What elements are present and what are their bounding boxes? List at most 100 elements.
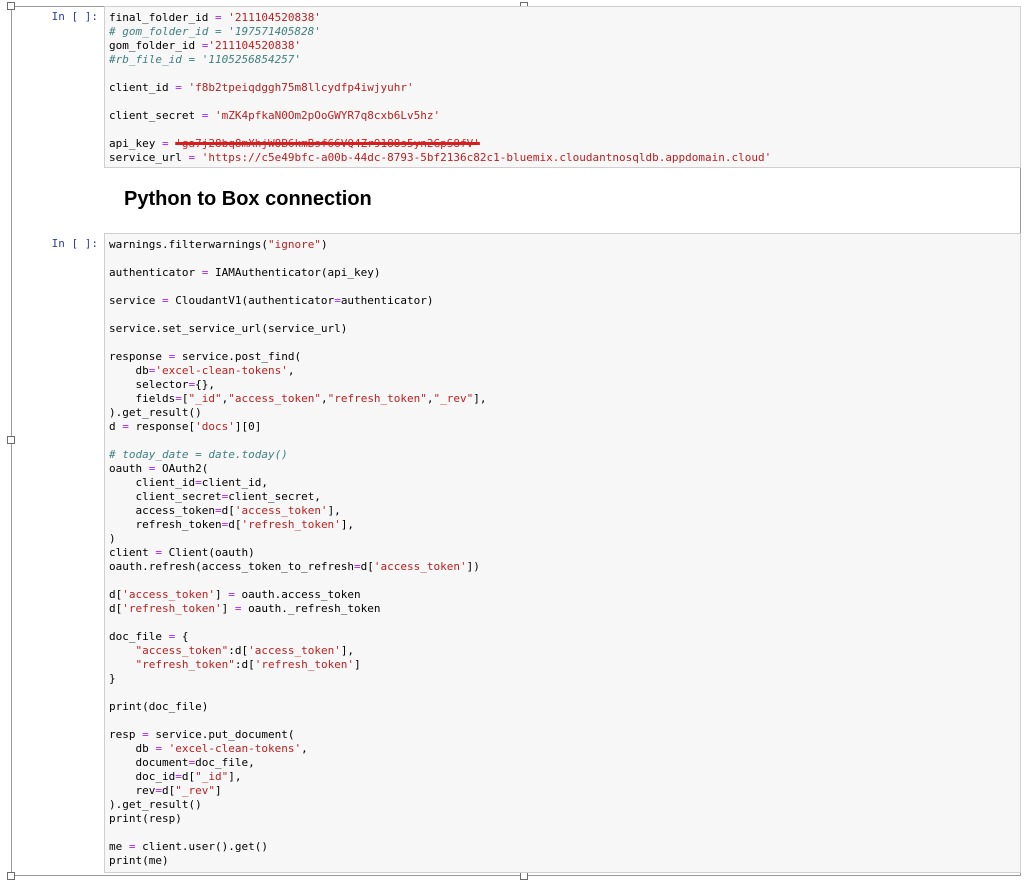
code-token: 'excel-clean-tokens' [168,742,302,755]
code-token: d [109,420,123,433]
code-line: oauth.refresh(access_token_to_refresh=d[… [109,560,1016,574]
code-token: authenticator) [340,294,434,307]
code-token: client_id [109,81,176,94]
code-line: ) [109,532,1016,546]
code-token: # today_date = date.today() [109,448,288,461]
code-line: doc_file = { [109,630,1016,644]
code-token: oauth.access_token [234,588,361,601]
code-token: response[ [128,420,196,433]
code-token: response [109,350,169,363]
code-token: print(resp) [109,812,182,825]
code-line: "refresh_token":d['refresh_token'] [109,658,1016,672]
code-token: } [109,672,116,685]
code-token: api_key [109,137,162,150]
code-token: = [195,476,202,489]
code-line: client_secret = 'mZK4pfkaN0Om2pOoGWYR7q8… [109,109,1016,123]
code-token: , [320,392,328,405]
code-token: "_rev" [433,392,474,405]
code-token: d[ [109,602,123,615]
code-line: service_url = 'https://c5e49bfc-a00b-44d… [109,151,1016,165]
code-token: ], [327,504,341,517]
code-line: rev=d["_rev"] [109,784,1016,798]
code-token: = [228,588,235,601]
code-token: Client(oauth) [161,546,255,559]
code-token: , [287,364,295,377]
code-token: authenticator [109,266,202,279]
code-line: service.set_service_url(service_url) [109,322,1016,336]
code-editor[interactable]: final_folder_id = '211104520838' # gom_fo… [104,6,1021,168]
code-token: ], [340,644,355,657]
code-token: "ignore" [267,238,321,251]
markdown-heading: Python to Box connection [124,188,372,210]
code-line: access_token=d['access_token'], [109,504,1016,518]
code-token: client.user().get() [135,840,268,853]
code-line: # gom_folder_id = '197571405828' [109,25,1016,39]
code-line: d = response['docs'][0] [109,420,1016,434]
code-token: service [109,294,162,307]
code-line: service = CloudantV1(authenticator=authe… [109,294,1016,308]
code-token: client_id, [201,476,268,489]
code-token: d[ [228,518,242,531]
code-token: ]) [466,560,480,573]
code-editor[interactable]: warnings.filterwarnings("ignore") authent… [104,233,1021,873]
code-token: 'ga7j28bq8mXhjW8B6kmBsf66VQ4Zr9188s5yn2G… [175,137,480,150]
code-token: 'refresh_token' [122,602,222,615]
code-token: d[ [109,588,123,601]
code-line: print(doc_file) [109,700,1016,714]
code-token: "access_token" [135,644,229,657]
code-token: = [155,784,162,797]
code-token: ], [340,518,355,531]
code-token: ] [214,784,222,797]
code-token: client_id [109,476,196,489]
code-token: ], [473,392,487,405]
code-line: response = service.post_find( [109,350,1016,364]
code-line: ).get_result() [109,798,1016,812]
cell-prompt: In [ ]: [51,237,98,250]
code-token: oauth [109,462,149,475]
code-token: = [161,137,169,150]
code-line: d['access_token'] = oauth.access_token [109,588,1016,602]
code-token: = [334,294,341,307]
cell-prompt: In [ ]: [51,10,98,23]
code-token: doc_id [109,770,176,783]
code-token: ], [228,770,242,783]
code-token: d[ [221,504,235,517]
code-token: 'access_token' [373,560,467,573]
code-line: print(resp) [109,812,1016,826]
code-token: 'access_token' [122,588,215,601]
code-token: = [175,81,182,94]
resize-handle-middle-left[interactable] [7,436,15,444]
code-line: # today_date = date.today() [109,448,1016,462]
code-line: client_id=client_id, [109,476,1016,490]
code-line: ).get_result() [109,406,1016,420]
code-line: client_secret=client_secret, [109,490,1016,504]
code-token: 'https://c5e49bfc-a00b-44dc-8793-5bf2136… [201,151,772,164]
resize-handle-top-left[interactable] [7,2,15,10]
code-token: 'refresh_token' [241,518,341,531]
code-line: db='excel-clean-tokens', [109,364,1016,378]
code-token: 'docs' [195,420,235,433]
code-line: refresh_token=d['refresh_token'], [109,518,1016,532]
code-token: :d[ [234,658,255,671]
code-token: service.put_document( [148,728,295,741]
code-token: = [214,504,222,517]
code-token: IAMAuthenticator(api_key) [208,266,381,279]
code-line: document=doc_file, [109,756,1016,770]
code-token: '211104520838' [228,11,321,24]
code-token: {}, [195,378,215,391]
code-token: = [354,560,361,573]
code-token: print(me) [109,854,169,867]
code-line: client = Client(oauth) [109,546,1016,560]
code-line: #rb_file_id = '1105256854257' [109,53,1016,67]
code-token: client [109,546,156,559]
code-line: final_folder_id = '211104520838' [109,11,1016,25]
